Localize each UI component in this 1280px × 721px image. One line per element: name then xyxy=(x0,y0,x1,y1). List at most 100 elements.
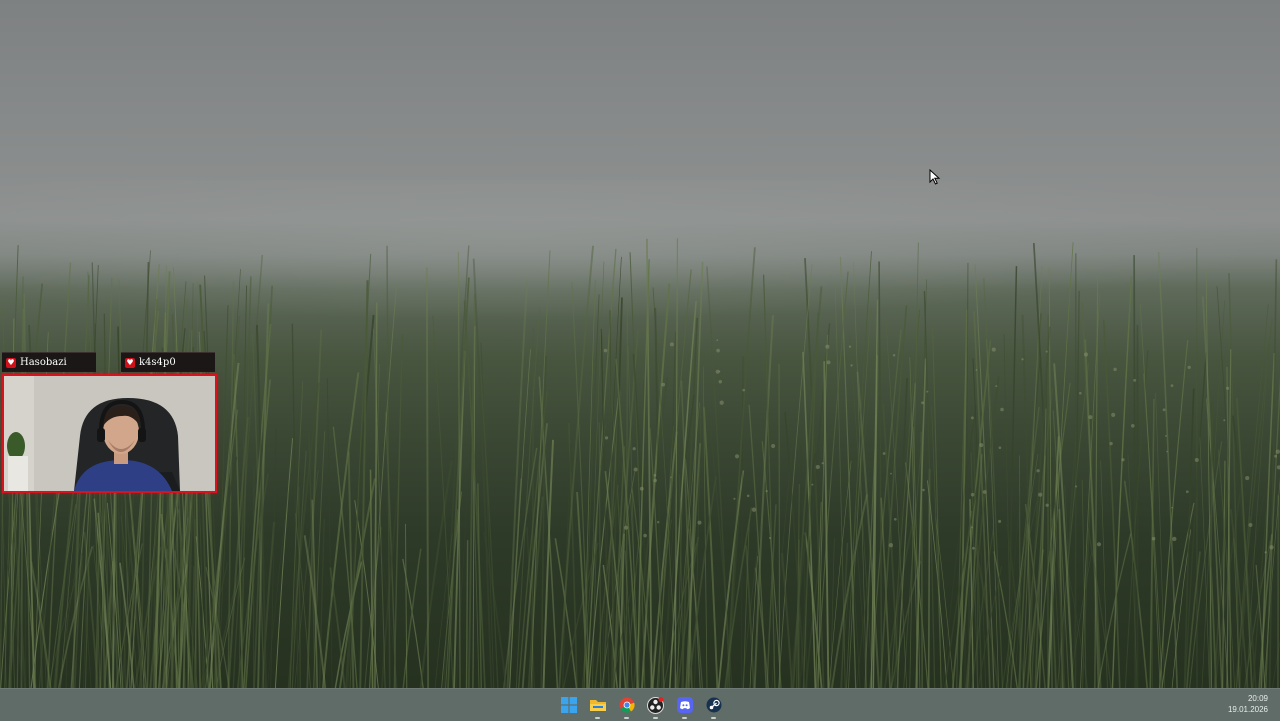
grass-seed-head xyxy=(624,526,628,530)
system-clock[interactable]: 20:09 19.01.2026 xyxy=(1228,693,1268,715)
grass-seed-head xyxy=(735,454,739,458)
obs-icon xyxy=(647,697,664,714)
grass-seed-head xyxy=(769,537,771,539)
grass-seed-head xyxy=(1046,504,1049,507)
grass-blade xyxy=(1160,340,1188,688)
grass-seed-head xyxy=(995,385,997,387)
webcam-frame xyxy=(2,374,217,493)
grass-blade xyxy=(1140,304,1160,688)
grass-seed-head xyxy=(766,490,768,492)
grass-seed-head xyxy=(661,383,665,387)
taskbar-pinned-apps xyxy=(554,689,728,721)
grass-seed-head xyxy=(1223,419,1225,421)
grass-seed-head xyxy=(1021,358,1023,360)
grass-seed-head xyxy=(1113,368,1116,371)
grass-seed-head xyxy=(719,380,722,383)
grass-seed-head xyxy=(771,444,775,448)
desktop-wallpaper[interactable] xyxy=(0,0,1280,688)
grass-blade xyxy=(709,415,732,688)
overlay-tag-right-label: k4s4p0 xyxy=(139,357,176,368)
grass-blade xyxy=(559,246,593,688)
grass-blade xyxy=(192,566,194,688)
grass-blade xyxy=(467,540,468,688)
grass-seed-head xyxy=(922,489,925,492)
grass-seed-head xyxy=(670,342,674,346)
grass-blade xyxy=(744,519,750,688)
grass-seed-head xyxy=(653,479,657,483)
grass-seed-head xyxy=(890,473,892,475)
grass-seed-head xyxy=(742,389,745,392)
grass-seed-head xyxy=(604,349,608,353)
grass-blade xyxy=(386,412,396,688)
grass-seed-head xyxy=(643,534,647,538)
grass-seed-head xyxy=(654,474,657,477)
grass-seed-head xyxy=(1188,366,1191,369)
taskbar xyxy=(0,688,1280,721)
discord-button[interactable] xyxy=(670,689,699,721)
grass-seed-head xyxy=(1109,442,1112,445)
file-explorer-button[interactable] xyxy=(583,689,612,721)
grass-seed-head xyxy=(1171,507,1173,509)
folder-icon xyxy=(589,697,607,713)
grass-seed-head xyxy=(1036,469,1039,472)
grass-seed-head xyxy=(657,521,659,523)
grass-seed-head xyxy=(921,401,924,404)
grass-seed-head xyxy=(825,345,829,349)
grass-seed-head xyxy=(633,447,636,450)
grass-seed-head xyxy=(1133,379,1136,382)
start-button[interactable] xyxy=(554,689,583,721)
grass-blade xyxy=(1223,461,1225,688)
grass-seed-head xyxy=(634,467,638,471)
grass-seed-head xyxy=(1046,351,1048,353)
heart-icon: ♥ xyxy=(6,358,16,368)
grass-seed-head xyxy=(747,494,750,497)
overlay-tag-left-label: Hasobazi xyxy=(20,357,67,368)
grass-blade xyxy=(1159,252,1178,688)
grass-seed-head xyxy=(971,416,974,419)
clock-date: 19.01.2026 xyxy=(1228,704,1268,715)
grass-seed-head xyxy=(979,443,983,447)
grass-seed-head xyxy=(826,360,830,364)
obs-button[interactable] xyxy=(641,689,670,721)
chrome-button[interactable] xyxy=(612,689,641,721)
overlay-tag-right: ♥ k4s4p0 xyxy=(121,352,215,372)
grass-blade xyxy=(427,267,428,688)
grass-blade xyxy=(299,487,301,688)
grass-seed-head xyxy=(1097,542,1101,546)
grass-seed-head xyxy=(926,391,928,393)
running-indicator xyxy=(624,717,629,719)
grass-seed-head xyxy=(1226,387,1229,390)
grass-seed-head xyxy=(998,520,1001,523)
grass-seed-head xyxy=(894,518,897,521)
running-indicator xyxy=(711,717,716,719)
grass-blade xyxy=(782,553,792,688)
chrome-icon xyxy=(619,697,635,713)
grass-seed-head xyxy=(850,364,852,366)
overlay-tag-left: ♥ Hasobazi xyxy=(2,352,96,372)
running-indicator xyxy=(595,717,600,719)
grass-seed-head xyxy=(1274,455,1277,458)
running-indicator xyxy=(653,717,658,719)
grass-seed-head xyxy=(719,371,721,373)
grass-seed-head xyxy=(1165,435,1167,437)
steam-button[interactable] xyxy=(699,689,728,721)
grass-blade xyxy=(707,266,730,688)
grass-seed-head xyxy=(733,498,735,500)
grass-seed-head xyxy=(972,547,975,550)
grass-seed-head xyxy=(670,476,672,478)
grass-seed-head xyxy=(1000,408,1004,412)
grass-seed-head xyxy=(1269,545,1273,549)
grass-seed-head xyxy=(816,465,820,469)
grass-seed-head xyxy=(889,543,893,547)
grass-blade xyxy=(275,438,292,688)
grass-seed-head xyxy=(1172,537,1176,541)
clock-time: 20:09 xyxy=(1228,693,1268,704)
grass-seed-head xyxy=(976,369,978,371)
grass-blade xyxy=(458,252,460,688)
grass-seed-head xyxy=(1163,408,1166,411)
grass-seed-head xyxy=(1038,493,1042,497)
steam-icon xyxy=(706,697,722,713)
grass-seed-head xyxy=(1121,458,1124,461)
grass-seed-head xyxy=(1166,451,1168,453)
grass-seed-head xyxy=(720,401,724,405)
